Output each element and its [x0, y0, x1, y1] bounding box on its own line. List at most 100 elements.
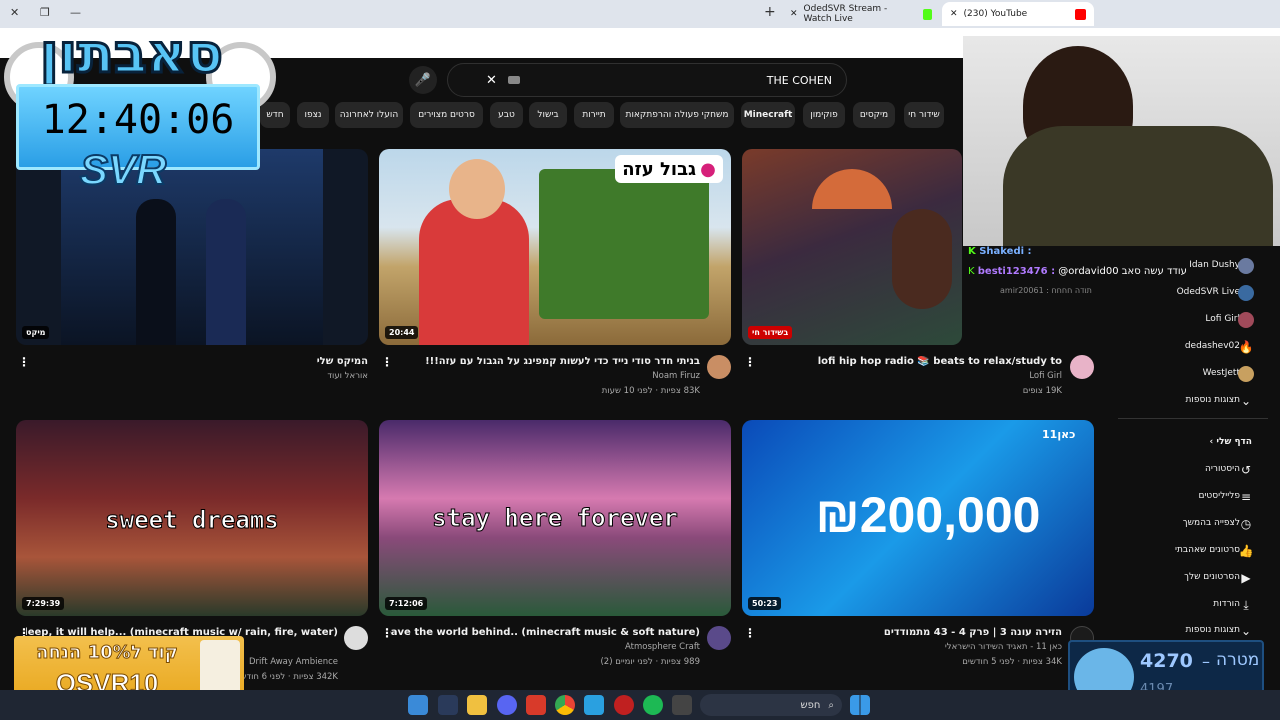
file-explorer-icon[interactable]: [467, 695, 487, 715]
keyboard-icon[interactable]: [508, 76, 520, 84]
channel-name[interactable]: Lofi Girl: [760, 371, 1062, 381]
channel-name[interactable]: אוראל ועוד: [26, 371, 368, 381]
app-icon[interactable]: [672, 695, 692, 715]
video-thumbnail[interactable]: ₪200,000 כאן11 50:23: [742, 420, 1094, 616]
chip-new[interactable]: חדש: [260, 102, 290, 128]
chevron-down-icon[interactable]: ⌄: [1238, 393, 1254, 409]
sidebar-history[interactable]: היסטוריה: [1205, 464, 1240, 474]
sidebar-sub-westjett[interactable]: WestJett: [1203, 368, 1240, 378]
sidebar-show-more[interactable]: תצוגות נוספות: [1185, 395, 1240, 405]
steam-icon[interactable]: [438, 695, 458, 715]
divider: [1118, 418, 1268, 419]
avatar[interactable]: [1238, 285, 1254, 301]
video-title[interactable]: lofi hip hop radio 📚 beats to relax/stud…: [760, 356, 1062, 367]
chip-pokemon[interactable]: פוקימון: [803, 102, 845, 128]
history-icon[interactable]: ↺: [1238, 462, 1254, 478]
sidebar-liked-videos[interactable]: סרטונים שאהבתי: [1175, 545, 1240, 555]
more-options-icon[interactable]: ⋮: [381, 355, 393, 369]
chip-cartoons[interactable]: סרטים מצוירים: [410, 102, 483, 128]
more-options-icon[interactable]: ⋮: [381, 626, 393, 640]
restore-window-icon[interactable]: ❐: [40, 6, 50, 19]
sidebar-your-videos[interactable]: הסרטונים שלך: [1184, 572, 1240, 582]
video-meta: 19K צופים: [1022, 386, 1062, 396]
chip-nature[interactable]: טבע: [490, 102, 523, 128]
channel-avatar[interactable]: [707, 626, 731, 650]
video-title[interactable]: בניתי חדר סודי נייד כדי לעשות קמפינג על …: [390, 356, 700, 367]
app-icon[interactable]: [526, 695, 546, 715]
video-duration: 50:23: [748, 597, 782, 610]
sidebar-show-more-you[interactable]: תצוגות נוספות: [1185, 625, 1240, 635]
tab-title: OdedSVR Stream - Watch Live: [803, 4, 888, 24]
minimize-window-icon[interactable]: —: [70, 6, 81, 19]
channel-name[interactable]: Noam Firuz: [390, 371, 700, 381]
new-tab-icon[interactable]: +: [764, 4, 776, 20]
video-meta: 83K צפיות · לפני 10 שעות: [601, 386, 700, 396]
video-thumbnail[interactable]: בשידור חי: [742, 149, 962, 345]
taskbar-search[interactable]: חפש ⌕: [700, 694, 842, 716]
chip-tourism[interactable]: תיירות: [574, 102, 614, 128]
discord-icon[interactable]: [497, 695, 517, 715]
svr-logo: SVR: [79, 145, 167, 194]
kick-favicon-icon: [922, 8, 932, 20]
sidebar-sub-odedsvr-live[interactable]: OdedSVR Live: [1177, 287, 1240, 297]
sidebar-playlists[interactable]: פלייליסטים: [1198, 491, 1240, 501]
video-thumbnail[interactable]: stay here forever 7:12:06: [379, 420, 731, 616]
voice-search-icon[interactable]: 🎤: [409, 66, 437, 94]
sidebar-watch-later[interactable]: לצפייה בהמשך: [1183, 518, 1240, 528]
download-icon[interactable]: ⤓: [1238, 597, 1254, 613]
chevron-down-icon[interactable]: ⌄: [1238, 623, 1254, 639]
flame-icon[interactable]: 🔥: [1238, 339, 1254, 355]
app-icon[interactable]: [614, 695, 634, 715]
video-thumbnail[interactable]: sweet dreams 7:29:39: [16, 420, 368, 616]
channel-avatar[interactable]: [344, 626, 368, 650]
channel-name[interactable]: כאן 11 - תאגיד השידור הישראלי: [760, 642, 1062, 652]
video-thumbnail[interactable]: מיקס: [16, 149, 368, 345]
playlist-icon[interactable]: ≡: [1238, 489, 1254, 505]
channel-name[interactable]: Atmosphere Craft: [390, 642, 700, 652]
channel-avatar[interactable]: [707, 355, 731, 379]
video-title[interactable]: leave the world behind.. (minecraft musi…: [390, 627, 700, 638]
chip-live[interactable]: שידור חי: [904, 102, 944, 128]
sidebar-sub-idan-dushy[interactable]: Idan Dushy: [1189, 260, 1240, 270]
more-options-icon[interactable]: ⋮: [18, 355, 30, 369]
chip-minecraft[interactable]: Minecraft: [741, 102, 795, 128]
tab-odedsvr-stream[interactable]: ✕ OdedSVR Stream - Watch Live: [782, 2, 940, 26]
chip-cooking[interactable]: בישול: [529, 102, 567, 128]
chip-recently-uploaded[interactable]: הועלו לאחרונה: [335, 102, 403, 128]
video-title[interactable]: המיקס שלי: [26, 356, 368, 367]
search-input[interactable]: ✕ THE COHEN: [447, 63, 847, 97]
telegram-icon[interactable]: [584, 695, 604, 715]
spotify-icon[interactable]: [643, 695, 663, 715]
video-thumbnail[interactable]: ● גבול עזה 20:44: [379, 149, 731, 345]
play-box-icon[interactable]: ▶: [1238, 570, 1254, 586]
sidebar-sub-lofi-girl[interactable]: Lofi Girl: [1205, 314, 1240, 324]
close-window-icon[interactable]: ✕: [10, 6, 19, 19]
sidebar-sub-dedashev02[interactable]: dedashev02: [1185, 341, 1240, 351]
avatar[interactable]: [1238, 312, 1254, 328]
thumbs-up-icon[interactable]: 👍: [1238, 543, 1254, 559]
chip-watched[interactable]: נצפו: [297, 102, 329, 128]
close-tab-icon[interactable]: ✕: [950, 9, 958, 19]
chip-mixes[interactable]: מיקסים: [853, 102, 895, 128]
avatar[interactable]: [1238, 258, 1254, 274]
thumbnail-caption: ₪200,000: [815, 487, 1041, 543]
video-title[interactable]: הזירה עונה 3 | פרק 4 - 43 מתמודדים: [760, 627, 1062, 638]
widgets-icon[interactable]: [408, 695, 428, 715]
clear-search-icon[interactable]: ✕: [486, 73, 497, 88]
tab-youtube[interactable]: ✕ (230) YouTube: [942, 2, 1094, 26]
sidebar-downloads[interactable]: הורדות: [1213, 599, 1240, 609]
avatar[interactable]: [1238, 366, 1254, 382]
close-tab-icon[interactable]: ✕: [790, 9, 798, 19]
windows-start-icon[interactable]: [850, 695, 870, 715]
more-options-icon[interactable]: ⋮: [744, 626, 756, 640]
chip-action-games[interactable]: משחקי פעולה והרפתקאות: [620, 102, 734, 128]
channel-avatar[interactable]: [1070, 355, 1094, 379]
person-shape: [136, 199, 176, 345]
clock-icon[interactable]: ◷: [1238, 516, 1254, 532]
girl-figure-shape: [892, 209, 952, 309]
video-meta: 989 צפיות · לפני יומיים (2): [600, 657, 700, 667]
kan-logo: כאן11: [1042, 428, 1076, 441]
chrome-icon[interactable]: [555, 695, 575, 715]
more-options-icon[interactable]: ⋮: [744, 355, 756, 369]
sidebar-you-header[interactable]: הדף שלי ›: [1210, 437, 1252, 447]
